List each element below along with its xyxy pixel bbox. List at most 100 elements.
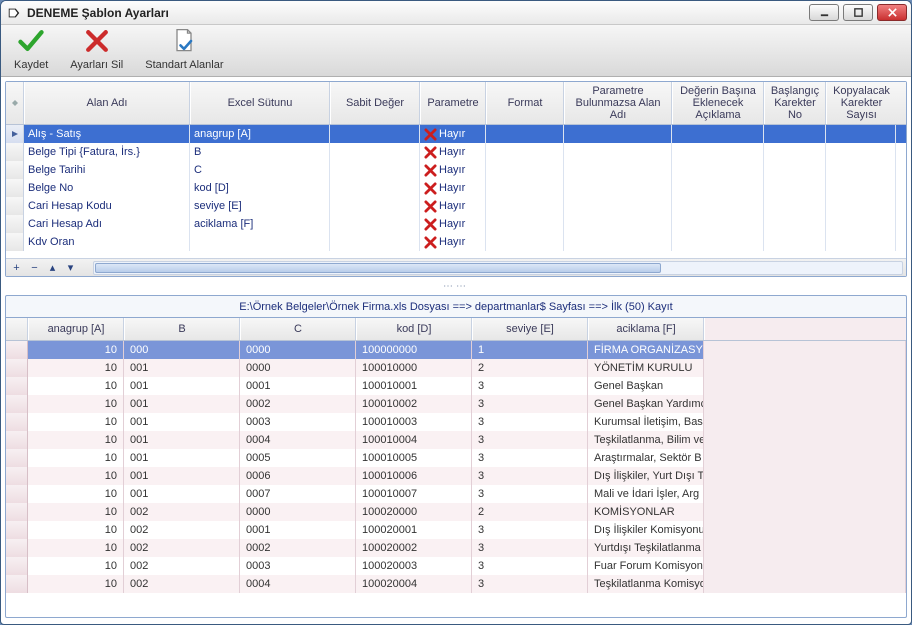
cell-e[interactable]: 2 (472, 359, 588, 377)
cell-alan[interactable]: Kdv Oran (24, 233, 190, 251)
preview-grid[interactable]: anagrup [A] B C kod [D] seviye [E] acikl… (5, 317, 907, 618)
cell-c[interactable]: 0006 (240, 467, 356, 485)
cell-pb[interactable] (564, 197, 672, 215)
col-parametre[interactable]: Parametre (420, 82, 486, 124)
table-row[interactable]: 1000100031000100033Kurumsal İletişim, Ba… (6, 413, 906, 431)
table-row[interactable]: 1000200031000200033Fuar Forum Komisyon (6, 557, 906, 575)
cell-a[interactable]: 10 (28, 449, 124, 467)
cell-bk[interactable] (764, 125, 826, 143)
table-row[interactable]: 1000200041000200043Teşkilatlanma Komisyo (6, 575, 906, 593)
cell-d[interactable]: 100020004 (356, 575, 472, 593)
cell-e[interactable]: 3 (472, 485, 588, 503)
table-row[interactable]: Cari Hesap Adıaciklama [F]Hayır (6, 215, 906, 233)
cell-excel[interactable]: anagrup [A] (190, 125, 330, 143)
cell-format[interactable] (486, 179, 564, 197)
cell-kk[interactable] (826, 215, 896, 233)
cell-e[interactable]: 3 (472, 377, 588, 395)
cell-b[interactable]: 001 (124, 413, 240, 431)
cell-a[interactable]: 10 (28, 359, 124, 377)
col-kod[interactable]: kod [D] (356, 318, 472, 340)
table-row[interactable]: 1000100051000100053Araştırmalar, Sektör … (6, 449, 906, 467)
cell-f[interactable]: Teşkilatlanma Komisyo (588, 575, 704, 593)
cell-a[interactable]: 10 (28, 395, 124, 413)
cell-format[interactable] (486, 215, 564, 233)
table-row[interactable]: Kdv OranHayır (6, 233, 906, 251)
cell-alan[interactable]: Belge Tarihi (24, 161, 190, 179)
cell-kk[interactable] (826, 197, 896, 215)
cell-alan[interactable]: Belge No (24, 179, 190, 197)
first-row-button[interactable]: ▴ (45, 261, 60, 275)
cell-pb[interactable] (564, 161, 672, 179)
cell-e[interactable]: 3 (472, 449, 588, 467)
cell-b[interactable]: 001 (124, 377, 240, 395)
close-button[interactable] (877, 4, 907, 21)
cell-d[interactable]: 100000000 (356, 341, 472, 359)
cell-param[interactable]: Hayır (420, 197, 486, 215)
cell-format[interactable] (486, 161, 564, 179)
col-excel-sutunu[interactable]: Excel Sütunu (190, 82, 330, 124)
splitter[interactable]: ⋯⋯ (5, 281, 907, 291)
table-row[interactable]: 1000100041000100043Teşkilatlanma, Bilim … (6, 431, 906, 449)
table-row[interactable]: 1000100071000100073Mali ve İdari İşler, … (6, 485, 906, 503)
cell-sabit[interactable] (330, 161, 420, 179)
table-row[interactable]: Cari Hesap Koduseviye [E]Hayır (6, 197, 906, 215)
cell-e[interactable]: 3 (472, 575, 588, 593)
cell-a[interactable]: 10 (28, 521, 124, 539)
cell-e[interactable]: 3 (472, 521, 588, 539)
cell-c[interactable]: 0000 (240, 503, 356, 521)
col-seviye[interactable]: seviye [E] (472, 318, 588, 340)
cell-sabit[interactable] (330, 197, 420, 215)
cell-b[interactable]: 001 (124, 467, 240, 485)
cell-c[interactable]: 0005 (240, 449, 356, 467)
cell-a[interactable]: 10 (28, 503, 124, 521)
table-row[interactable]: 1000200001000200002KOMİSYONLAR (6, 503, 906, 521)
grid-body[interactable]: Alış - Satışanagrup [A]HayırBelge Tipi {… (6, 125, 906, 258)
cell-param[interactable]: Hayır (420, 125, 486, 143)
col-anagrup[interactable]: anagrup [A] (28, 318, 124, 340)
remove-row-button[interactable]: − (27, 261, 42, 275)
cell-bk[interactable] (764, 161, 826, 179)
cell-e[interactable]: 3 (472, 395, 588, 413)
cell-c[interactable]: 0004 (240, 575, 356, 593)
cell-pb[interactable] (564, 143, 672, 161)
cell-d[interactable]: 100010002 (356, 395, 472, 413)
cell-bk[interactable] (764, 233, 826, 251)
cell-c[interactable]: 0001 (240, 377, 356, 395)
horizontal-scrollbar[interactable] (93, 261, 903, 275)
cell-param[interactable]: Hayır (420, 143, 486, 161)
cell-format[interactable] (486, 125, 564, 143)
cell-a[interactable]: 10 (28, 485, 124, 503)
cell-d[interactable]: 100010007 (356, 485, 472, 503)
cell-a[interactable]: 10 (28, 413, 124, 431)
cell-alan[interactable]: Belge Tipi {Fatura, İrs.} (24, 143, 190, 161)
cell-pb[interactable] (564, 215, 672, 233)
cell-b[interactable]: 001 (124, 359, 240, 377)
cell-sabit[interactable] (330, 215, 420, 233)
cell-db[interactable] (672, 161, 764, 179)
cell-e[interactable]: 3 (472, 557, 588, 575)
row-selector-header[interactable] (6, 318, 28, 340)
cell-d[interactable]: 100010005 (356, 449, 472, 467)
cell-db[interactable] (672, 215, 764, 233)
cell-d[interactable]: 100010001 (356, 377, 472, 395)
cell-c[interactable]: 0003 (240, 413, 356, 431)
cell-kk[interactable] (826, 161, 896, 179)
cell-kk[interactable] (826, 143, 896, 161)
cell-d[interactable]: 100010004 (356, 431, 472, 449)
cell-sabit[interactable] (330, 233, 420, 251)
cell-f[interactable]: Dış İlişkiler Komisyonu (588, 521, 704, 539)
cell-e[interactable]: 3 (472, 539, 588, 557)
cell-f[interactable]: Teşkilatlanma, Bilim ve (588, 431, 704, 449)
cell-c[interactable]: 0000 (240, 341, 356, 359)
cell-f[interactable]: Araştırmalar, Sektör B (588, 449, 704, 467)
cell-sabit[interactable] (330, 125, 420, 143)
cell-f[interactable]: Genel Başkan (588, 377, 704, 395)
cell-param[interactable]: Hayır (420, 215, 486, 233)
cell-bk[interactable] (764, 197, 826, 215)
cell-b[interactable]: 002 (124, 557, 240, 575)
cell-f[interactable]: Fuar Forum Komisyon (588, 557, 704, 575)
cell-d[interactable]: 100010006 (356, 467, 472, 485)
cell-pb[interactable] (564, 125, 672, 143)
col-baslangic-karekter[interactable]: Başlangıç Karekter No (764, 82, 826, 124)
delete-settings-button[interactable]: Ayarları Sil (63, 24, 130, 74)
